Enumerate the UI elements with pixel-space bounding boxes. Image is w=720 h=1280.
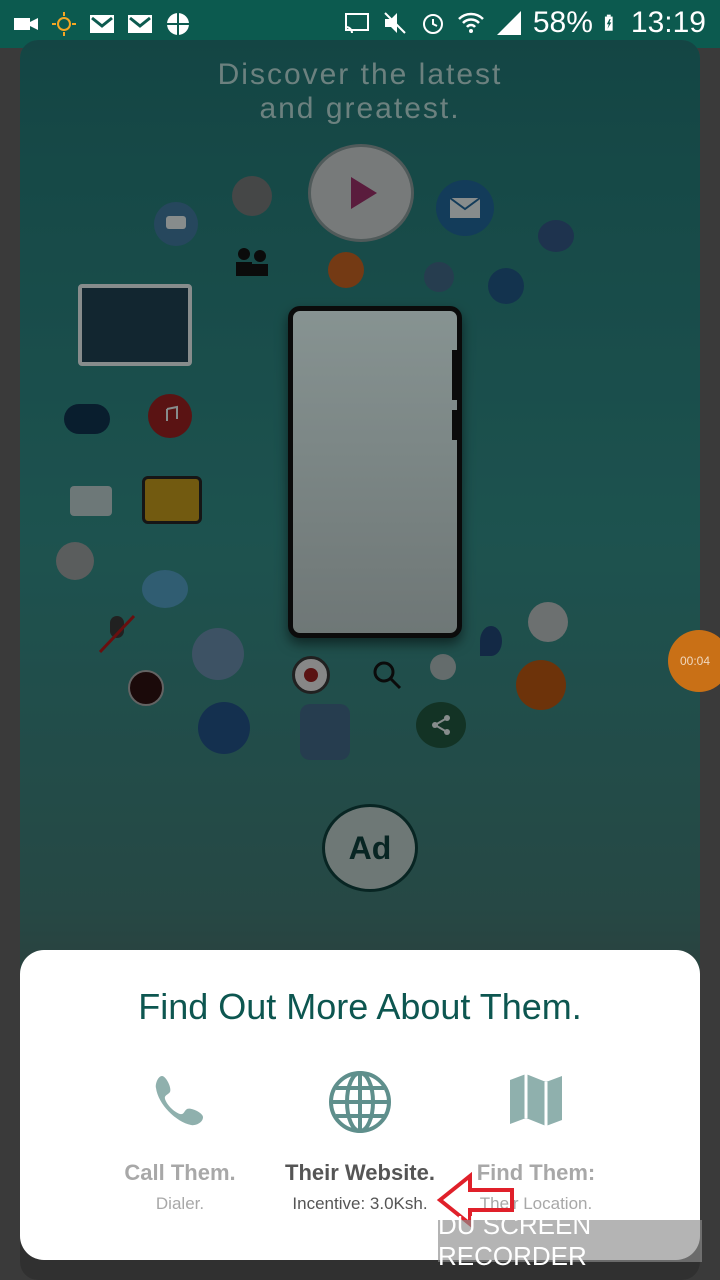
alarm-icon — [422, 14, 443, 34]
call-label: Call Them. — [124, 1160, 236, 1185]
call-sublabel: Dialer. — [155, 1194, 205, 1213]
video-camera-icon — [14, 18, 38, 30]
screen-recorder-watermark: DU SCREEN RECORDER — [438, 1210, 702, 1271]
globe-icon — [260, 1070, 460, 1140]
website-sublabel: Incentive: 3.0Ksh. — [292, 1194, 428, 1213]
signal-icon — [496, 11, 521, 35]
map-icon — [436, 1070, 636, 1140]
gmail-icon — [90, 15, 114, 33]
wifi-icon — [457, 12, 484, 33]
basketball-icon — [167, 13, 189, 35]
cast-icon — [344, 13, 369, 34]
sheet-title: Find Out More About Them. — [138, 986, 582, 1027]
status-right: 58% 13:19 — [343, 6, 706, 40]
clock: 13:19 — [630, 6, 706, 39]
website-option[interactable]: Their Website. Incentive: 3.0Ksh. — [260, 1070, 460, 1214]
battery-percent: 58% — [532, 6, 593, 39]
call-option[interactable]: Call Them. Dialer. — [80, 1070, 280, 1214]
battery-charging-icon — [604, 14, 613, 31]
mute-icon — [384, 12, 406, 34]
phone-icon — [80, 1070, 280, 1140]
website-label: Their Website. — [285, 1160, 435, 1185]
gmail-icon — [128, 15, 152, 33]
brightness-icon — [52, 12, 76, 36]
status-left-icons — [12, 10, 192, 38]
